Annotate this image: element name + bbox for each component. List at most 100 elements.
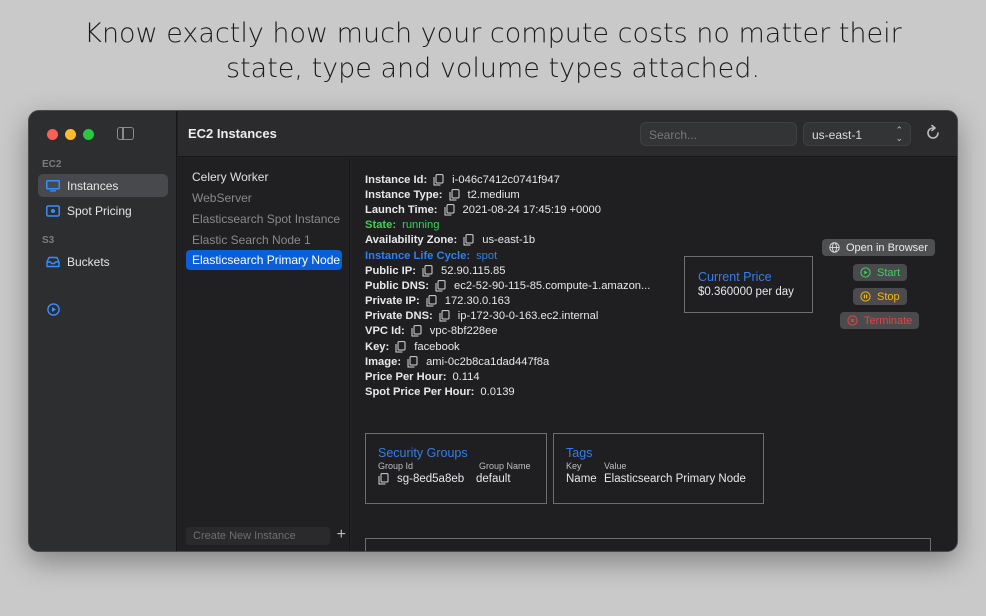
tags-card: Tags Key Value Name Elasticsearch Primar… <box>553 433 764 504</box>
detail-row: Instance Type: t2.medium <box>365 187 650 202</box>
detail-value: facebook <box>414 340 460 353</box>
headline-line-2: state, type and volume types attached. <box>226 53 760 84</box>
detail-row: Private DNS: ip-172-30-0-163.ec2.internal <box>365 309 650 324</box>
detail-key: Instance Type: <box>365 188 443 201</box>
instances-list: Celery Worker WebServer Elasticsearch Sp… <box>178 158 350 551</box>
current-price-card: Current Price $0.360000 per day <box>684 256 813 313</box>
app-window: EC2 Instances Spot Pricing S3 Buckets EC… <box>28 110 958 552</box>
tray-icon <box>45 255 61 269</box>
section-label-s3: S3 <box>42 235 55 246</box>
copy-icon[interactable] <box>422 264 433 277</box>
detail-key: VPC Id: <box>365 325 405 338</box>
search-input[interactable]: Search... <box>640 122 797 146</box>
stop-button[interactable]: Stop <box>853 288 907 305</box>
start-button[interactable]: Start <box>853 264 908 281</box>
tags-title: Tags <box>566 446 593 460</box>
button-label: Open in Browser <box>846 241 928 254</box>
sidebar-item-buckets[interactable]: Buckets <box>38 250 168 273</box>
detail-key: Availability Zone: <box>365 234 458 247</box>
detail-key: Public DNS: <box>365 279 430 292</box>
detail-row: Public IP: 52.90.115.85 <box>365 263 650 278</box>
region-select[interactable]: us-east-1 ⌃ ⌄ <box>803 122 911 146</box>
copy-icon[interactable] <box>378 473 389 485</box>
instance-properties: Instance Id: i-046c7412c0741f947 Instance … <box>365 172 650 400</box>
refresh-icon[interactable] <box>923 123 943 143</box>
detail-row: Spot Price Per Hour: 0.0139 <box>365 385 650 400</box>
copy-icon[interactable] <box>435 280 446 292</box>
toolbar: EC2 Instances Search... us-east-1 ⌃ ⌄ <box>178 111 957 157</box>
copy-icon[interactable] <box>433 173 444 186</box>
detail-row: VPC Id: vpc-8bf228ee <box>365 324 650 339</box>
copy-icon[interactable] <box>407 355 418 368</box>
column-header-group-id: Group Id <box>378 461 414 471</box>
sidebar-item-label: Buckets <box>67 254 110 269</box>
marketing-headline: Know exactly how much your compute costs… <box>0 16 986 86</box>
close-window-button[interactable] <box>47 129 58 140</box>
detail-key: Public IP: <box>365 264 416 277</box>
volumes-card <box>365 538 931 551</box>
detail-value: vpc-8bf228ee <box>429 325 498 338</box>
detail-key: Spot Price Per Hour: <box>365 386 475 399</box>
open-in-browser-button[interactable]: Open in Browser <box>822 239 935 256</box>
detail-row: Instance Life Cycle: spot <box>365 248 650 263</box>
detail-key: Key: <box>365 340 390 353</box>
detail-row: Price Per Hour: 0.114 <box>365 369 650 384</box>
column-header-group-name: Group Name <box>479 461 531 471</box>
detail-key: Instance Life Cycle: <box>365 249 471 262</box>
add-instance-button[interactable]: + <box>337 526 346 544</box>
list-item[interactable]: Elasticsearch Spot Instance <box>186 209 342 229</box>
close-circle-icon <box>847 315 858 326</box>
column-header-value: Value <box>604 461 627 471</box>
copy-icon[interactable] <box>426 295 437 307</box>
list-item[interactable]: Elastic Search Node 1 <box>186 230 342 250</box>
sidebar-item-label: Spot Pricing <box>67 203 132 218</box>
sidebar-item-instances[interactable]: Instances <box>38 174 168 197</box>
detail-value: 0.0139 <box>480 386 515 399</box>
sidebar-item-spot-pricing[interactable]: Spot Pricing <box>38 199 168 222</box>
detail-row: Instance Id: i-046c7412c0741f947 <box>365 172 650 187</box>
detail-value: us-east-1b <box>482 234 536 247</box>
pause-icon <box>860 291 871 302</box>
detail-value: 172.30.0.163 <box>444 295 511 308</box>
sidebar-toggle-icon[interactable] <box>117 127 134 140</box>
play-icon <box>860 267 871 278</box>
column-header-key: Key <box>566 461 582 471</box>
tag-value: Elasticsearch Primary Node <box>604 473 746 485</box>
create-instance-row: Create New Instance + <box>186 526 346 545</box>
detail-row: Private IP: 172.30.0.163 <box>365 294 650 309</box>
tag-key-value: Name <box>566 473 597 485</box>
detail-value: 2021-08-24 17:45:19 +0000 <box>462 203 601 216</box>
terminate-button[interactable]: Terminate <box>840 312 920 329</box>
copy-icon[interactable] <box>463 234 474 246</box>
minimize-window-button[interactable] <box>65 129 76 140</box>
detail-row: Launch Time: 2021-08-24 17:45:19 +0000 <box>365 202 650 217</box>
monitor-icon <box>45 179 61 193</box>
page-title: EC2 Instances <box>188 126 277 141</box>
instance-detail: Instance Id: i-046c7412c0741f947 Instance … <box>351 158 957 551</box>
copy-icon[interactable] <box>411 325 422 337</box>
window-controls <box>47 129 94 140</box>
detail-value: 52.90.115.85 <box>440 264 506 277</box>
create-instance-input[interactable]: Create New Instance <box>186 527 330 545</box>
detail-key: State: <box>365 219 397 232</box>
list-item[interactable]: Celery Worker <box>186 167 342 187</box>
detail-row: State: running <box>365 218 650 233</box>
button-label: Start <box>877 266 901 279</box>
copy-icon[interactable] <box>395 340 406 353</box>
list-item[interactable]: WebServer <box>186 188 342 208</box>
chevron-updown-icon: ⌃ ⌄ <box>895 125 903 143</box>
sidebar-item-settings-help[interactable] <box>38 298 168 321</box>
group-name-value: default <box>476 473 511 485</box>
copy-icon[interactable] <box>449 188 460 201</box>
detail-key: Instance Id: <box>365 173 428 186</box>
copy-icon[interactable] <box>439 310 450 322</box>
group-id-value: sg-8ed5a8eb <box>397 473 465 485</box>
detail-value: i-046c7412c0741f947 <box>452 173 560 186</box>
detail-value: 0.114 <box>452 371 480 384</box>
zoom-window-button[interactable] <box>83 129 94 140</box>
detail-row: Image: ami-0c2b8ca1dad447f8a <box>365 354 650 369</box>
security-groups-card: Security Groups Group Id Group Name sg-8… <box>365 433 547 504</box>
list-item-selected[interactable]: Elasticsearch Primary Node <box>186 250 342 270</box>
security-groups-title: Security Groups <box>378 446 468 460</box>
copy-icon[interactable] <box>444 204 455 216</box>
